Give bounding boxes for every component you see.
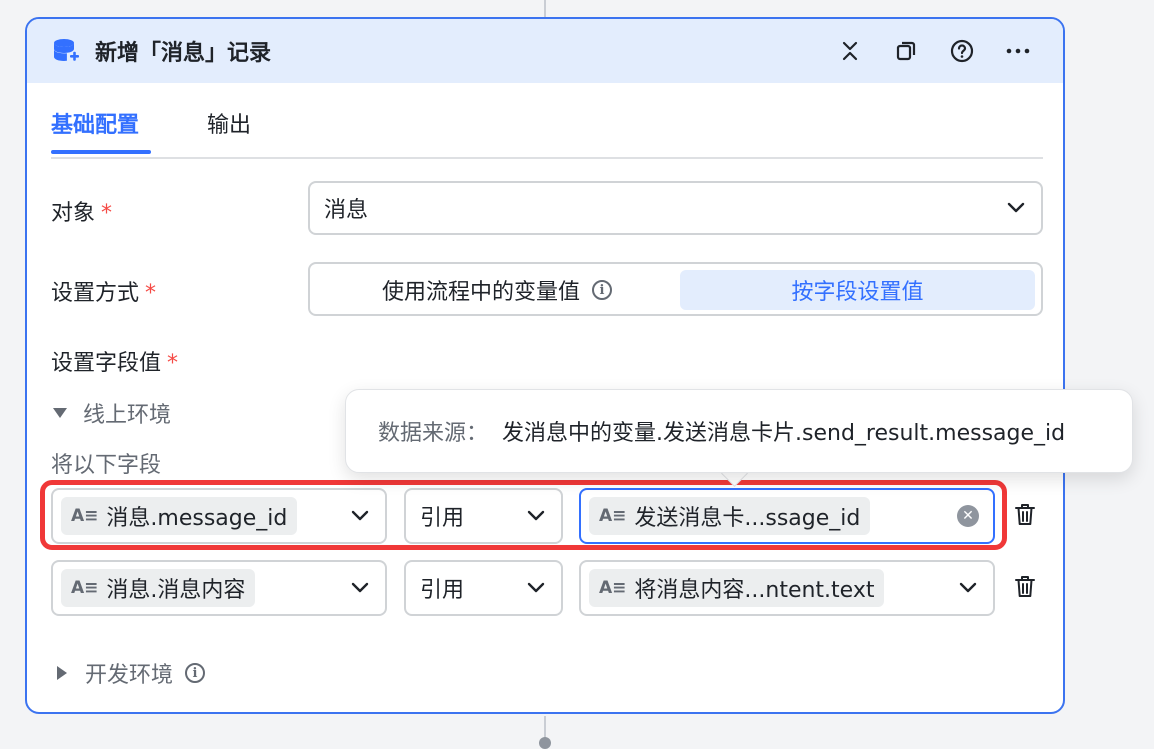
help-button[interactable] bbox=[945, 34, 979, 68]
collapse-icon bbox=[842, 41, 858, 61]
env-online-toggle[interactable]: 线上环境 bbox=[53, 397, 171, 429]
node-config-card: 新增「消息」记录 基础配置 输出 对象 * 消息 设置方式 * 使用流程中的变量… bbox=[25, 17, 1065, 714]
help-icon bbox=[950, 39, 974, 63]
chevron-down-icon bbox=[527, 582, 545, 593]
caret-right-icon bbox=[57, 666, 67, 680]
highlight-box bbox=[40, 480, 1007, 550]
config-tabs: 基础配置 输出 bbox=[51, 103, 1043, 159]
caret-down-icon bbox=[53, 408, 67, 418]
database-add-icon bbox=[51, 36, 81, 66]
flow-connector-dot[interactable] bbox=[539, 737, 551, 749]
collapse-button[interactable] bbox=[833, 34, 867, 68]
env-dev-toggle[interactable]: 开发环境 i bbox=[57, 657, 206, 689]
mode-label: 设置方式 * bbox=[51, 281, 157, 306]
copy-button[interactable] bbox=[889, 34, 923, 68]
chevron-down-icon bbox=[1007, 202, 1025, 213]
delete-row1-button[interactable] bbox=[1012, 502, 1038, 528]
tooltip-value: 发消息中的变量.发送消息卡片.send_result.message_id bbox=[502, 421, 1066, 446]
fields-label: 设置字段值 * bbox=[51, 351, 179, 376]
chevron-down-icon bbox=[351, 582, 369, 593]
chevron-down-icon bbox=[959, 582, 977, 593]
more-button[interactable] bbox=[1001, 34, 1035, 68]
tab-active-indicator bbox=[51, 150, 151, 154]
env-online-sublabel: 将以下字段 bbox=[51, 453, 162, 478]
object-select[interactable]: 消息 bbox=[308, 181, 1043, 235]
field-select-row2[interactable]: A≡ 消息.消息内容 bbox=[51, 560, 387, 616]
tab-basic-config[interactable]: 基础配置 bbox=[51, 107, 151, 154]
object-label: 对象 * bbox=[51, 201, 113, 226]
delete-row2-button[interactable] bbox=[1012, 574, 1038, 600]
text-field-icon: A≡ bbox=[71, 578, 99, 598]
trash-icon bbox=[1015, 504, 1035, 525]
tab-output[interactable]: 输出 bbox=[207, 107, 251, 139]
data-source-tooltip: 数据来源： 发消息中的变量.发送消息卡片.send_result.message… bbox=[345, 389, 1133, 473]
mode-segmented-control: 使用流程中的变量值 i 按字段设置值 bbox=[308, 262, 1043, 316]
trash-icon bbox=[1015, 576, 1035, 597]
copy-icon bbox=[896, 41, 916, 61]
text-field-icon: A≡ bbox=[599, 578, 627, 598]
card-title: 新增「消息」记录 bbox=[95, 41, 272, 66]
info-icon[interactable]: i bbox=[185, 663, 206, 683]
mode-option-variable[interactable]: 使用流程中的变量值 i bbox=[316, 270, 678, 310]
op-select-row2[interactable]: 引用 bbox=[404, 560, 563, 616]
value-tag: A≡ 将消息内容...ntent.text bbox=[589, 569, 885, 607]
info-icon[interactable]: i bbox=[592, 280, 612, 300]
header-actions bbox=[833, 34, 1035, 68]
more-icon bbox=[1006, 48, 1030, 54]
value-select-row2[interactable]: A≡ 将消息内容...ntent.text bbox=[579, 560, 995, 616]
mode-option-field[interactable]: 按字段设置值 bbox=[680, 270, 1035, 310]
object-value: 消息 bbox=[324, 198, 369, 223]
field-tag: A≡ 消息.消息内容 bbox=[61, 569, 256, 607]
card-header: 新增「消息」记录 bbox=[27, 19, 1063, 83]
tab-label: 基础配置 bbox=[51, 113, 140, 138]
flow-connector-top bbox=[544, 0, 546, 18]
tab-label: 输出 bbox=[207, 113, 252, 138]
tooltip-label: 数据来源： bbox=[378, 421, 489, 446]
